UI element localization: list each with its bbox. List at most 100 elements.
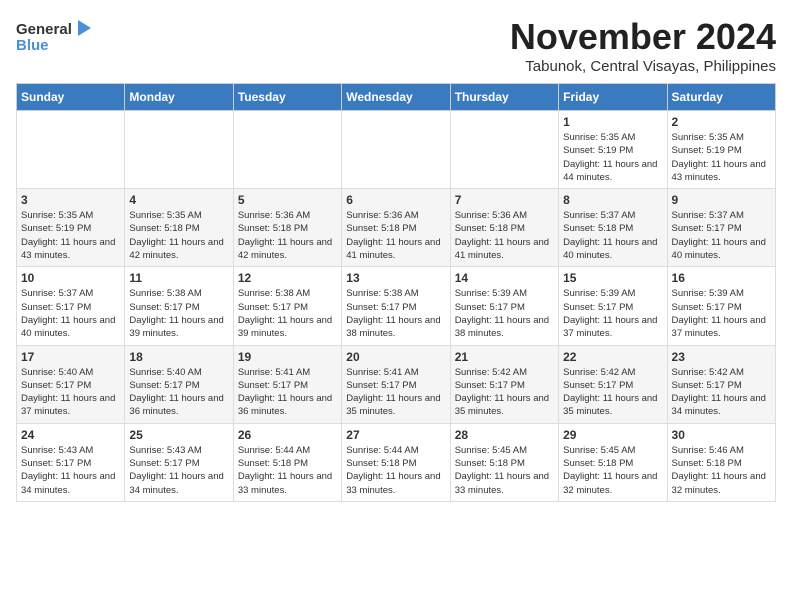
- logo: GeneralBlue: [16, 16, 96, 60]
- calendar-cell: 8 Sunrise: 5:37 AM Sunset: 5:18 PM Daylig…: [559, 189, 667, 267]
- day-info: Sunrise: 5:44 AM Sunset: 5:18 PM Dayligh…: [238, 444, 337, 497]
- day-info: Sunrise: 5:38 AM Sunset: 5:17 PM Dayligh…: [238, 287, 337, 340]
- day-number: 8: [563, 193, 662, 207]
- day-number: 17: [21, 350, 120, 364]
- day-number: 4: [129, 193, 228, 207]
- page-header: GeneralBlue November 2024 Tabunok, Centr…: [16, 16, 776, 75]
- day-info: Sunrise: 5:43 AM Sunset: 5:17 PM Dayligh…: [21, 444, 120, 497]
- day-info: Sunrise: 5:38 AM Sunset: 5:17 PM Dayligh…: [129, 287, 228, 340]
- calendar-cell: 24 Sunrise: 5:43 AM Sunset: 5:17 PM Dayli…: [17, 423, 125, 501]
- day-number: 20: [346, 350, 445, 364]
- month-year-title: November 2024: [510, 16, 776, 58]
- calendar-cell: 23Sunrise: 5:42 AM Sunset: 5:17 PM Dayli…: [667, 345, 775, 423]
- day-info: Sunrise: 5:35 AM Sunset: 5:19 PM Dayligh…: [21, 209, 120, 262]
- day-number: 19: [238, 350, 337, 364]
- calendar-cell: [17, 111, 125, 189]
- day-info: Sunrise: 5:40 AM Sunset: 5:17 PM Dayligh…: [21, 366, 120, 419]
- day-info: Sunrise: 5:45 AM Sunset: 5:18 PM Dayligh…: [563, 444, 662, 497]
- calendar-cell: 25 Sunrise: 5:43 AM Sunset: 5:17 PM Dayli…: [125, 423, 233, 501]
- day-info: Sunrise: 5:39 AM Sunset: 5:17 PM Dayligh…: [455, 287, 554, 340]
- calendar-header-row: SundayMondayTuesdayWednesdayThursdayFrid…: [17, 84, 776, 111]
- day-number: 26: [238, 428, 337, 442]
- day-number: 3: [21, 193, 120, 207]
- calendar-cell: 28Sunrise: 5:45 AM Sunset: 5:18 PM Dayli…: [450, 423, 558, 501]
- day-number: 2: [672, 115, 771, 129]
- day-info: Sunrise: 5:45 AM Sunset: 5:18 PM Dayligh…: [455, 444, 554, 497]
- day-number: 22: [563, 350, 662, 364]
- calendar-week-4: 17 Sunrise: 5:40 AM Sunset: 5:17 PM Dayli…: [17, 345, 776, 423]
- day-info: Sunrise: 5:40 AM Sunset: 5:17 PM Dayligh…: [129, 366, 228, 419]
- weekday-header-sunday: Sunday: [17, 84, 125, 111]
- calendar-cell: [233, 111, 341, 189]
- weekday-header-thursday: Thursday: [450, 84, 558, 111]
- location-subtitle: Tabunok, Central Visayas, Philippines: [510, 58, 776, 75]
- day-info: Sunrise: 5:46 AM Sunset: 5:18 PM Dayligh…: [672, 444, 771, 497]
- calendar-cell: 18 Sunrise: 5:40 AM Sunset: 5:17 PM Dayli…: [125, 345, 233, 423]
- title-block: November 2024 Tabunok, Central Visayas, …: [510, 16, 776, 75]
- calendar-cell: 21Sunrise: 5:42 AM Sunset: 5:17 PM Dayli…: [450, 345, 558, 423]
- calendar-cell: [450, 111, 558, 189]
- calendar-cell: 5 Sunrise: 5:36 AM Sunset: 5:18 PM Daylig…: [233, 189, 341, 267]
- calendar-cell: 13Sunrise: 5:38 AM Sunset: 5:17 PM Dayli…: [342, 267, 450, 345]
- day-info: Sunrise: 5:37 AM Sunset: 5:17 PM Dayligh…: [672, 209, 771, 262]
- day-info: Sunrise: 5:42 AM Sunset: 5:17 PM Dayligh…: [563, 366, 662, 419]
- svg-text:General: General: [16, 21, 72, 38]
- day-info: Sunrise: 5:35 AM Sunset: 5:18 PM Dayligh…: [129, 209, 228, 262]
- calendar-cell: 26 Sunrise: 5:44 AM Sunset: 5:18 PM Dayli…: [233, 423, 341, 501]
- calendar-cell: 9 Sunrise: 5:37 AM Sunset: 5:17 PM Daylig…: [667, 189, 775, 267]
- day-number: 25: [129, 428, 228, 442]
- day-number: 11: [129, 271, 228, 285]
- calendar-cell: 20 Sunrise: 5:41 AM Sunset: 5:17 PM Dayli…: [342, 345, 450, 423]
- day-number: 16: [672, 271, 771, 285]
- day-info: Sunrise: 5:44 AM Sunset: 5:18 PM Dayligh…: [346, 444, 445, 497]
- calendar-cell: 14 Sunrise: 5:39 AM Sunset: 5:17 PM Dayli…: [450, 267, 558, 345]
- day-number: 7: [455, 193, 554, 207]
- day-info: Sunrise: 5:42 AM Sunset: 5:17 PM Dayligh…: [672, 366, 771, 419]
- day-info: Sunrise: 5:35 AM Sunset: 5:19 PM Dayligh…: [672, 131, 771, 184]
- calendar-cell: 27 Sunrise: 5:44 AM Sunset: 5:18 PM Dayli…: [342, 423, 450, 501]
- day-info: Sunrise: 5:43 AM Sunset: 5:17 PM Dayligh…: [129, 444, 228, 497]
- day-number: 29: [563, 428, 662, 442]
- day-number: 6: [346, 193, 445, 207]
- logo-svg: GeneralBlue: [16, 16, 96, 60]
- calendar-cell: 1 Sunrise: 5:35 AM Sunset: 5:19 PM Daylig…: [559, 111, 667, 189]
- day-info: Sunrise: 5:36 AM Sunset: 5:18 PM Dayligh…: [346, 209, 445, 262]
- day-number: 13: [346, 271, 445, 285]
- day-number: 27: [346, 428, 445, 442]
- day-info: Sunrise: 5:39 AM Sunset: 5:17 PM Dayligh…: [672, 287, 771, 340]
- day-info: Sunrise: 5:37 AM Sunset: 5:17 PM Dayligh…: [21, 287, 120, 340]
- calendar-cell: 3 Sunrise: 5:35 AM Sunset: 5:19 PM Daylig…: [17, 189, 125, 267]
- day-number: 14: [455, 271, 554, 285]
- day-number: 15: [563, 271, 662, 285]
- day-number: 18: [129, 350, 228, 364]
- day-info: Sunrise: 5:41 AM Sunset: 5:17 PM Dayligh…: [238, 366, 337, 419]
- calendar-week-1: 1 Sunrise: 5:35 AM Sunset: 5:19 PM Daylig…: [17, 111, 776, 189]
- calendar-cell: 15Sunrise: 5:39 AM Sunset: 5:17 PM Dayli…: [559, 267, 667, 345]
- day-number: 9: [672, 193, 771, 207]
- calendar-cell: 29 Sunrise: 5:45 AM Sunset: 5:18 PM Dayli…: [559, 423, 667, 501]
- day-number: 21: [455, 350, 554, 364]
- weekday-header-saturday: Saturday: [667, 84, 775, 111]
- calendar-cell: 10 Sunrise: 5:37 AM Sunset: 5:17 PM Dayli…: [17, 267, 125, 345]
- calendar-cell: 30 Sunrise: 5:46 AM Sunset: 5:18 PM Dayli…: [667, 423, 775, 501]
- day-info: Sunrise: 5:36 AM Sunset: 5:18 PM Dayligh…: [455, 209, 554, 262]
- svg-text:Blue: Blue: [16, 37, 49, 54]
- day-info: Sunrise: 5:41 AM Sunset: 5:17 PM Dayligh…: [346, 366, 445, 419]
- calendar-cell: 12 Sunrise: 5:38 AM Sunset: 5:17 PM Dayli…: [233, 267, 341, 345]
- day-number: 24: [21, 428, 120, 442]
- day-number: 1: [563, 115, 662, 129]
- day-number: 30: [672, 428, 771, 442]
- day-number: 10: [21, 271, 120, 285]
- weekday-header-wednesday: Wednesday: [342, 84, 450, 111]
- day-number: 12: [238, 271, 337, 285]
- calendar-cell: 4 Sunrise: 5:35 AM Sunset: 5:18 PM Daylig…: [125, 189, 233, 267]
- weekday-header-friday: Friday: [559, 84, 667, 111]
- day-info: Sunrise: 5:35 AM Sunset: 5:19 PM Dayligh…: [563, 131, 662, 184]
- calendar-cell: 7 Sunrise: 5:36 AM Sunset: 5:18 PM Daylig…: [450, 189, 558, 267]
- calendar-cell: 2 Sunrise: 5:35 AM Sunset: 5:19 PM Daylig…: [667, 111, 775, 189]
- day-number: 5: [238, 193, 337, 207]
- calendar-cell: 16 Sunrise: 5:39 AM Sunset: 5:17 PM Dayli…: [667, 267, 775, 345]
- day-info: Sunrise: 5:37 AM Sunset: 5:18 PM Dayligh…: [563, 209, 662, 262]
- weekday-header-monday: Monday: [125, 84, 233, 111]
- day-info: Sunrise: 5:36 AM Sunset: 5:18 PM Dayligh…: [238, 209, 337, 262]
